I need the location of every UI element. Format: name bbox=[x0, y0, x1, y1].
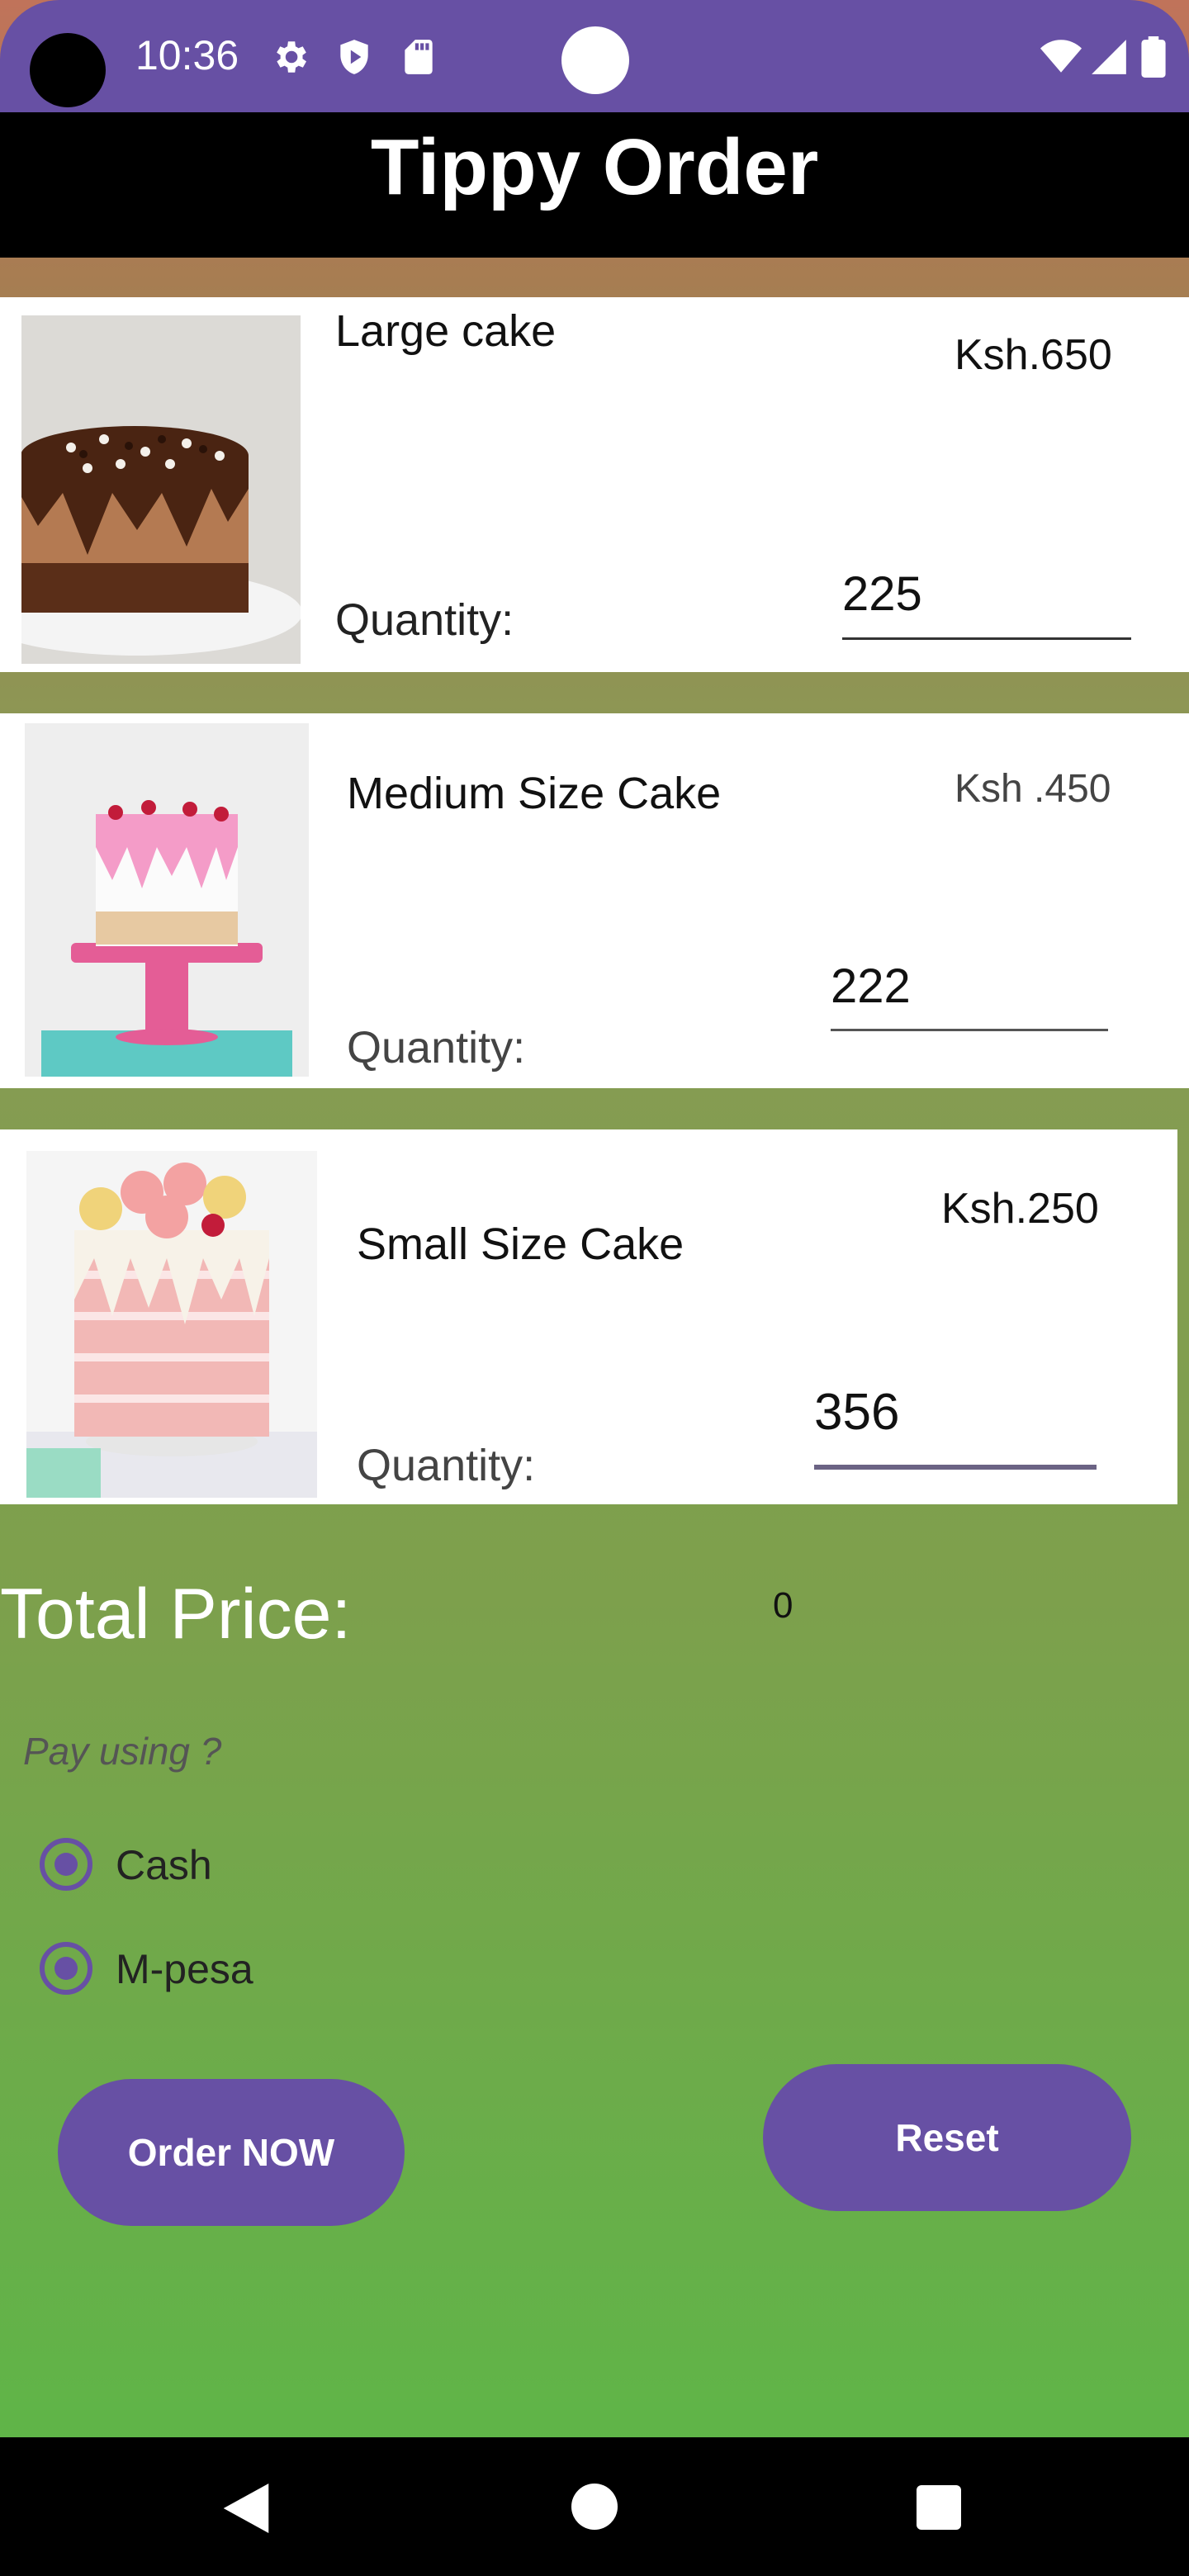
recents-icon[interactable] bbox=[917, 2485, 961, 2530]
product-price: Ksh.250 bbox=[941, 1185, 1099, 1233]
order-now-button[interactable]: Order NOW bbox=[58, 2079, 405, 2226]
small-cake-image bbox=[26, 1151, 317, 1498]
shield-play-icon bbox=[340, 40, 368, 74]
camera-cutout bbox=[30, 33, 106, 107]
product-name: Large cake bbox=[335, 306, 557, 356]
camera-indicator bbox=[561, 26, 629, 94]
total-price-label: Total Price: bbox=[0, 1574, 352, 1654]
radio-checked-dot bbox=[54, 1957, 78, 1980]
product-price: Ksh .450 bbox=[955, 767, 1111, 811]
wifi-icon bbox=[1040, 40, 1082, 73]
app-title: Tippy Order bbox=[370, 123, 819, 211]
medium-cake-quantity-input[interactable] bbox=[831, 943, 1108, 1031]
reset-button[interactable]: Reset bbox=[763, 2064, 1131, 2211]
status-time: 10:36 bbox=[135, 32, 239, 78]
signal-icon bbox=[1092, 40, 1126, 74]
payment-option-mpesa[interactable]: M-pesa bbox=[40, 1942, 386, 2000]
mpesa-radio[interactable] bbox=[40, 1942, 92, 1995]
radio-checked-dot bbox=[54, 1853, 78, 1876]
quantity-label: Quantity: bbox=[347, 1023, 526, 1073]
payment-option-cash[interactable]: Cash bbox=[40, 1838, 386, 1896]
small-cake-quantity-input[interactable] bbox=[814, 1359, 1097, 1470]
product-name: Medium Size Cake bbox=[347, 769, 722, 818]
quantity-label: Quantity: bbox=[357, 1441, 536, 1490]
product-name: Small Size Cake bbox=[357, 1219, 685, 1269]
cash-radio[interactable] bbox=[40, 1838, 92, 1891]
product-price: Ksh.650 bbox=[955, 331, 1112, 379]
mpesa-label: M-pesa bbox=[116, 1946, 253, 1992]
quantity-label: Quantity: bbox=[335, 595, 514, 645]
sd-card-icon bbox=[405, 40, 433, 74]
cash-label: Cash bbox=[116, 1842, 212, 1888]
settings-icon bbox=[277, 41, 306, 73]
payment-question: Pay using ? bbox=[23, 1730, 222, 1773]
large-cake-image bbox=[21, 315, 301, 664]
battery-icon bbox=[1141, 36, 1166, 78]
home-icon[interactable] bbox=[571, 2484, 618, 2530]
back-icon[interactable] bbox=[223, 2484, 269, 2533]
large-cake-quantity-input[interactable] bbox=[842, 550, 1131, 640]
total-price-value: 0 bbox=[773, 1585, 793, 1626]
medium-cake-image bbox=[25, 723, 309, 1077]
